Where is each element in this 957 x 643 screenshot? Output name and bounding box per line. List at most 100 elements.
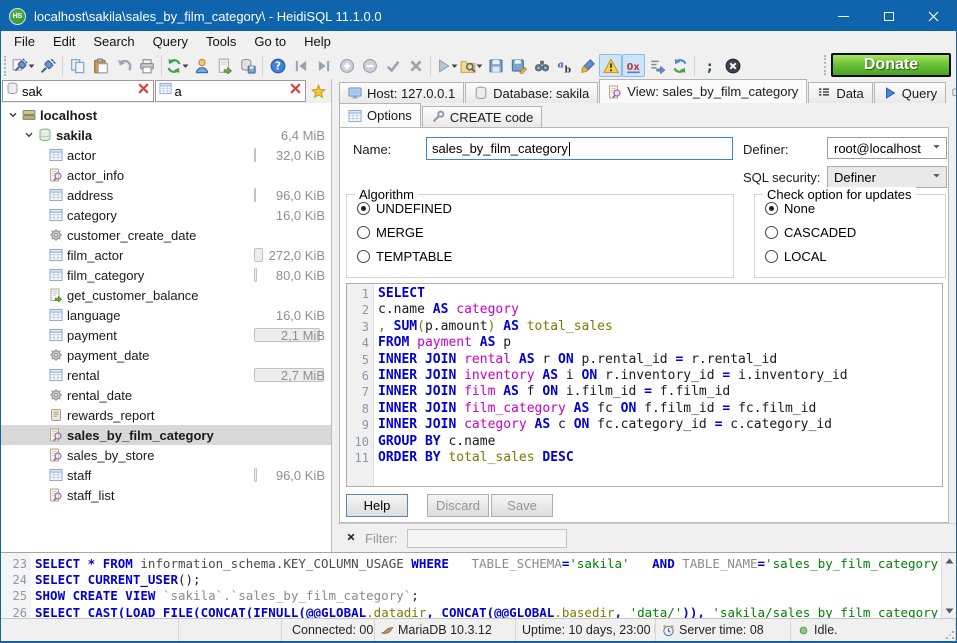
blob-viewer-button[interactable]: 0x (622, 54, 645, 77)
chevron-expanded-icon[interactable] (21, 129, 36, 141)
tree-item-payment_date[interactable]: payment_date (1, 345, 331, 365)
tree-item-staff[interactable]: staff96,0 KiB (1, 465, 331, 485)
tree-item-staff_list[interactable]: staff_list (1, 485, 331, 505)
menu-item-file[interactable]: File (5, 32, 44, 51)
filter-input[interactable] (407, 529, 567, 548)
menu-item-tools[interactable]: Tools (197, 32, 245, 51)
definer-select[interactable]: root@localhost (827, 137, 947, 159)
maximize-button[interactable] (866, 1, 911, 31)
tree-item-actor[interactable]: actor32,0 KiB (1, 145, 331, 165)
view-sql-editor[interactable]: 1234567891011 SELECTc.name AS category, … (346, 283, 943, 487)
user-manager-button[interactable] (190, 54, 213, 77)
size-value: 272,0 KiB (269, 248, 325, 263)
save-sql-as-button[interactable] (507, 54, 530, 77)
discard-button[interactable]: Discard (427, 494, 489, 517)
load-sql-button[interactable] (459, 54, 484, 77)
find-text-button[interactable] (530, 54, 553, 77)
tab-create-code[interactable]: CREATE code (422, 106, 543, 127)
database-filter-input[interactable] (22, 84, 134, 99)
new-query-tab-button[interactable] (947, 82, 957, 103)
table-icon (348, 109, 362, 123)
clear-database-filter-icon[interactable] (137, 82, 150, 100)
tree-item-payment[interactable]: payment2,1 MiB (1, 325, 331, 345)
tab-data[interactable]: Data (808, 82, 872, 103)
save-button[interactable]: Save (491, 494, 553, 517)
first-record-button[interactable] (289, 54, 312, 77)
session-manager-button[interactable] (11, 54, 36, 77)
undo-button[interactable] (112, 54, 135, 77)
name-label: Name: (353, 142, 391, 157)
scroll-down-icon[interactable] (942, 603, 957, 618)
help-button[interactable]: Help (346, 494, 408, 517)
minimize-button[interactable] (821, 1, 866, 31)
code-line: ORDER BY total_sales DESC (378, 450, 942, 466)
export-database-button[interactable] (213, 54, 236, 77)
refresh-button[interactable] (165, 54, 190, 77)
radio-temptable[interactable]: TEMPTABLE (357, 245, 733, 267)
sql-security-select[interactable]: Definer (827, 166, 947, 188)
menu-item-help[interactable]: Help (295, 32, 340, 51)
remove-record-button[interactable] (358, 54, 381, 77)
tab-query[interactable]: Query (874, 82, 946, 103)
tree-item-customer_create_date[interactable]: customer_create_date (1, 225, 331, 245)
menu-item-query[interactable]: Query (144, 32, 197, 51)
close-filter-icon[interactable] (346, 529, 356, 547)
last-record-button[interactable] (312, 54, 335, 77)
bind-parameters-button[interactable] (599, 54, 622, 77)
menu-item-edit[interactable]: Edit (44, 32, 84, 51)
help-icon-button[interactable]: ? (266, 54, 289, 77)
tab-database[interactable]: Database: sakila (465, 82, 598, 103)
clear-table-filter-icon[interactable] (289, 82, 302, 100)
tree-item-language[interactable]: language16,0 KiB (1, 305, 331, 325)
reconnect-button[interactable] (668, 54, 691, 77)
radio-merge[interactable]: MERGE (357, 221, 733, 243)
copy-button[interactable] (66, 54, 89, 77)
cancel-button[interactable] (404, 54, 427, 77)
radio-local[interactable]: LOCAL (765, 245, 945, 267)
tree-item-film_category[interactable]: film_category80,0 KiB (1, 265, 331, 285)
view-name-input[interactable]: sales_by_film_category (426, 137, 733, 160)
favorites-filter-button[interactable] (306, 79, 331, 103)
text-caret (569, 142, 570, 156)
delimiter-button[interactable]: ; (698, 54, 721, 77)
tab-label: Query (902, 86, 937, 101)
add-record-button[interactable] (335, 54, 358, 77)
donate-button[interactable]: Donate (831, 53, 951, 77)
tab-view[interactable]: View: sales_by_film_category (599, 79, 807, 103)
menu-item-go-to[interactable]: Go to (245, 32, 295, 51)
reformat-sql-button[interactable] (576, 54, 599, 77)
tree-item-sales_by_store[interactable]: sales_by_store (1, 445, 331, 465)
tree-item-localhost[interactable]: localhost (1, 105, 331, 125)
tree-item-sales_by_film_category[interactable]: sales_by_film_category (1, 425, 331, 445)
save-sql-button[interactable] (484, 54, 507, 77)
resize-grip-icon[interactable] (945, 630, 955, 640)
apply-button[interactable] (381, 54, 404, 77)
save-settings-button[interactable] (236, 54, 259, 77)
execute-query-button[interactable] (434, 54, 459, 77)
tree-item-get_customer_balance[interactable]: get_customer_balance (1, 285, 331, 305)
tree-item-actor_info[interactable]: actor_info (1, 165, 331, 185)
tree-item-rental[interactable]: rental2,7 MiB (1, 365, 331, 385)
tree-item-category[interactable]: category16,0 KiB (1, 205, 331, 225)
tree-item-sakila[interactable]: sakila6,4 MiB (1, 125, 331, 145)
replace-text-button[interactable]: ab (553, 54, 576, 77)
plus-icon (339, 58, 355, 74)
table-filter-input[interactable] (175, 84, 287, 99)
tree-item-film_actor[interactable]: film_actor272,0 KiB (1, 245, 331, 265)
stop-button[interactable] (721, 54, 744, 77)
scroll-up-icon[interactable] (942, 553, 957, 568)
disconnect-button[interactable] (36, 54, 59, 77)
print-button[interactable] (135, 54, 158, 77)
menu-item-search[interactable]: Search (84, 32, 143, 51)
chevron-expanded-icon[interactable] (5, 109, 20, 121)
paste-button[interactable] (89, 54, 112, 77)
insert-text-button[interactable] (645, 54, 668, 77)
close-button[interactable] (911, 1, 956, 31)
log-scrollbar[interactable] (941, 553, 956, 618)
tree-item-rental_date[interactable]: rental_date (1, 385, 331, 405)
tab-host[interactable]: Host: 127.0.0.1 (339, 82, 464, 103)
tab-options[interactable]: Options (339, 103, 421, 127)
tree-item-rewards_report[interactable]: rewards_report (1, 405, 331, 425)
radio-cascaded[interactable]: CASCADED (765, 221, 945, 243)
tree-item-address[interactable]: address96,0 KiB (1, 185, 331, 205)
